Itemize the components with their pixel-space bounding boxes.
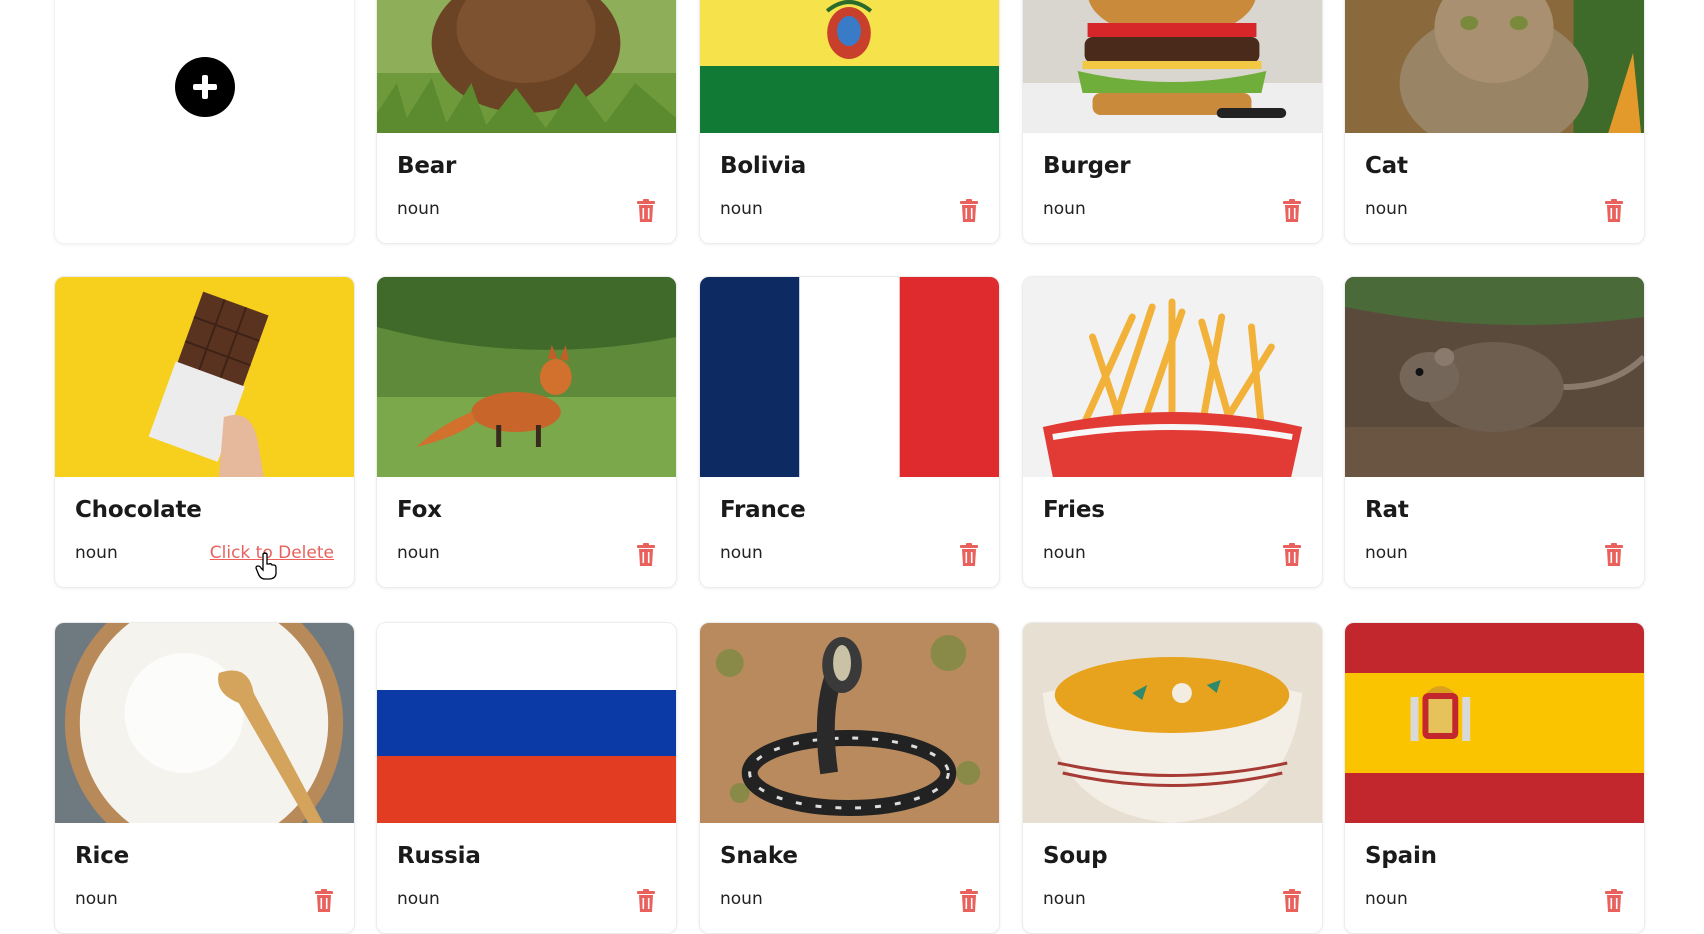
bolivia-flag-image: [700, 0, 999, 133]
word-card-russia[interactable]: Russia noun: [376, 622, 677, 934]
part-of-speech: noun: [720, 199, 763, 219]
word-title: Cat: [1365, 153, 1408, 179]
word-card-fries[interactable]: Fries noun: [1022, 276, 1323, 588]
part-of-speech: noun: [720, 889, 763, 909]
fries-image: [1023, 277, 1322, 477]
add-card[interactable]: [54, 0, 355, 244]
word-title: Russia: [397, 843, 481, 869]
trash-icon[interactable]: [1604, 199, 1624, 223]
word-card-burger[interactable]: Burger noun: [1022, 0, 1323, 244]
word-card-spain[interactable]: Spain noun: [1344, 622, 1645, 934]
word-card-rat[interactable]: Rat noun: [1344, 276, 1645, 588]
word-card-snake[interactable]: Snake noun: [699, 622, 1000, 934]
click-to-delete-link[interactable]: Click to Delete: [210, 543, 334, 563]
rice-image: [55, 623, 354, 823]
word-title: Bolivia: [720, 153, 807, 179]
part-of-speech: noun: [397, 889, 440, 909]
vocabulary-card-grid: Bear noun Bolivia noun Burger noun Cat n…: [0, 0, 1704, 934]
trash-icon[interactable]: [636, 543, 656, 567]
france-flag-image: [700, 277, 999, 477]
word-title: Burger: [1043, 153, 1131, 179]
snake-image: [700, 623, 999, 823]
word-card-rice[interactable]: Rice noun: [54, 622, 355, 934]
word-title: France: [720, 497, 806, 523]
trash-icon[interactable]: [314, 889, 334, 913]
part-of-speech: noun: [1365, 199, 1408, 219]
part-of-speech: noun: [1043, 199, 1086, 219]
trash-icon[interactable]: [959, 543, 979, 567]
word-card-chocolate[interactable]: Chocolate noun Click to Delete: [54, 276, 355, 588]
trash-icon[interactable]: [1604, 889, 1624, 913]
part-of-speech: noun: [1365, 543, 1408, 563]
part-of-speech: noun: [397, 199, 440, 219]
word-title: Fries: [1043, 497, 1105, 523]
trash-icon[interactable]: [1604, 543, 1624, 567]
word-card-fox[interactable]: Fox noun: [376, 276, 677, 588]
russia-flag-image: [377, 623, 676, 823]
rat-image: [1345, 277, 1644, 477]
part-of-speech: noun: [1365, 889, 1408, 909]
word-title: Soup: [1043, 843, 1108, 869]
part-of-speech: noun: [75, 889, 118, 909]
word-card-bolivia[interactable]: Bolivia noun: [699, 0, 1000, 244]
word-title: Snake: [720, 843, 798, 869]
word-title: Spain: [1365, 843, 1437, 869]
word-card-cat[interactable]: Cat noun: [1344, 0, 1645, 244]
cat-image: [1345, 0, 1644, 133]
part-of-speech: noun: [75, 543, 118, 563]
soup-image: [1023, 623, 1322, 823]
word-title: Fox: [397, 497, 442, 523]
part-of-speech: noun: [397, 543, 440, 563]
spain-flag-image: [1345, 623, 1644, 823]
word-card-bear[interactable]: Bear noun: [376, 0, 677, 244]
word-card-soup[interactable]: Soup noun: [1022, 622, 1323, 934]
word-title: Chocolate: [75, 497, 202, 523]
trash-icon[interactable]: [636, 889, 656, 913]
bear-image: [377, 0, 676, 133]
burger-image: [1023, 0, 1322, 133]
word-title: Rice: [75, 843, 130, 869]
trash-icon[interactable]: [636, 199, 656, 223]
part-of-speech: noun: [1043, 889, 1086, 909]
trash-icon[interactable]: [959, 889, 979, 913]
trash-icon[interactable]: [1282, 889, 1302, 913]
word-title: Rat: [1365, 497, 1409, 523]
trash-icon[interactable]: [959, 199, 979, 223]
chocolate-image: [55, 277, 354, 477]
fox-image: [377, 277, 676, 477]
word-card-france[interactable]: France noun: [699, 276, 1000, 588]
part-of-speech: noun: [1043, 543, 1086, 563]
trash-icon[interactable]: [1282, 199, 1302, 223]
word-title: Bear: [397, 153, 457, 179]
trash-icon[interactable]: [1282, 543, 1302, 567]
part-of-speech: noun: [720, 543, 763, 563]
plus-circle-icon[interactable]: [175, 57, 235, 117]
